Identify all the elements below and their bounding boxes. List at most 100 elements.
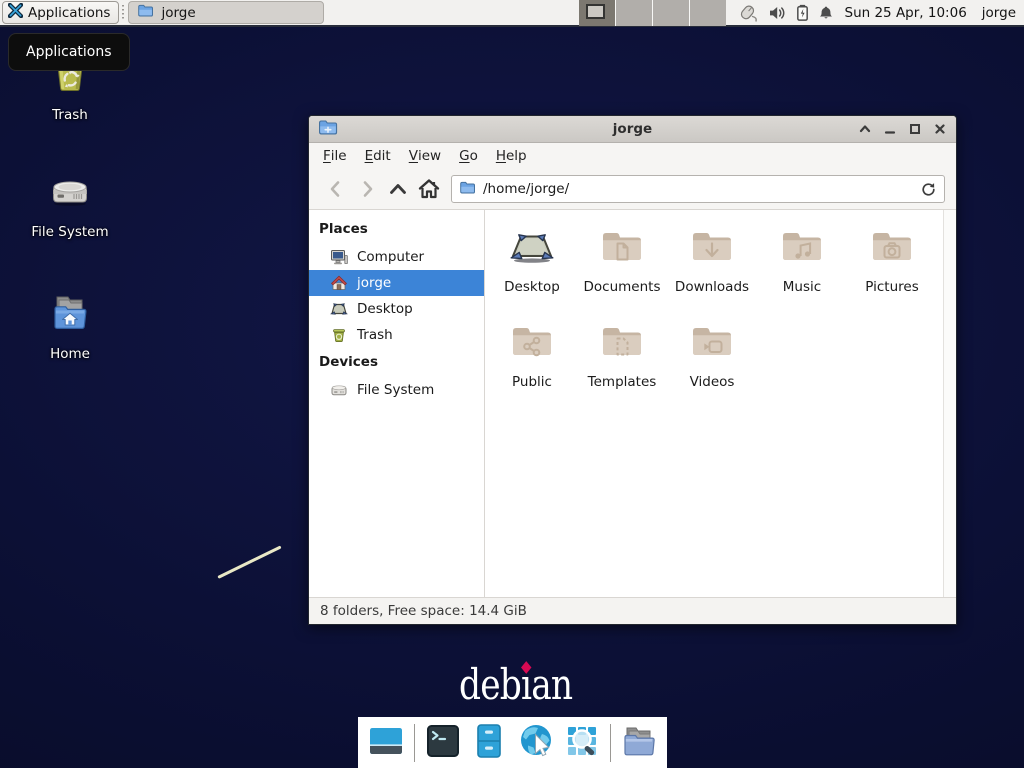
folder-dock-icon <box>619 721 659 765</box>
dock-launcher-application-finder[interactable] <box>562 722 604 764</box>
back-button[interactable] <box>320 174 351 204</box>
dock-launcher-directory-menu[interactable] <box>618 722 660 764</box>
workspace-1[interactable] <box>579 0 615 26</box>
workspace-3[interactable] <box>653 0 689 26</box>
sidebar-item-trash[interactable]: Trash <box>309 322 484 348</box>
debian-logo: debıan <box>459 660 572 709</box>
workspace-switcher <box>579 0 726 26</box>
drive-mini-icon <box>330 381 348 399</box>
file-item-public[interactable]: Public <box>487 318 577 413</box>
reload-button[interactable] <box>920 181 937 198</box>
status-bar: 8 folders, Free space: 14.4 GiB <box>309 597 956 624</box>
computer-icon <box>330 248 348 266</box>
applications-menu-label: Applications <box>28 5 110 21</box>
taskbar-window-button[interactable]: jorge <box>128 1 324 24</box>
maximize-button[interactable] <box>908 122 922 136</box>
file-item-pictures[interactable]: Pictures <box>847 223 937 318</box>
sidebar-item-desktop[interactable]: Desktop <box>309 296 484 322</box>
minimize-button[interactable] <box>883 122 897 136</box>
close-button[interactable] <box>933 122 947 136</box>
menu-edit[interactable]: Edit <box>356 143 400 169</box>
address-path: /home/jorge/ <box>483 181 569 197</box>
system-tray <box>738 4 834 22</box>
terminal-icon <box>423 721 463 765</box>
file-item-videos[interactable]: Videos <box>667 318 757 413</box>
file-item-label: Downloads <box>675 279 749 295</box>
sidebar-item-label: Computer <box>357 249 424 265</box>
file-grid: Desktop Documents Downloads Music Pictures Pu… <box>485 210 943 597</box>
file-item-templates[interactable]: Templates <box>577 318 667 413</box>
file-item-label: Desktop <box>504 279 560 295</box>
workspace-2[interactable] <box>616 0 652 26</box>
sidebar-item-computer[interactable]: Computer <box>309 244 484 270</box>
desktop-icon-filesystem[interactable]: File System <box>10 170 130 240</box>
sidebar-item-label: File System <box>357 382 434 398</box>
workspace-window-preview <box>586 4 605 19</box>
address-bar[interactable]: /home/jorge/ <box>451 175 945 203</box>
dock-launcher-file-manager[interactable] <box>468 722 510 764</box>
sidebar-item-jorge[interactable]: jorge <box>309 270 484 296</box>
mouse-tray-icon[interactable] <box>738 4 759 22</box>
file-item-label: Videos <box>690 374 735 390</box>
folder-video-icon <box>688 318 736 370</box>
home-place-icon <box>330 274 348 292</box>
file-item-label: Pictures <box>865 279 918 295</box>
menu-go[interactable]: Go <box>450 143 487 169</box>
forward-button[interactable] <box>351 174 382 204</box>
desktop-mini-icon <box>330 300 348 318</box>
bell-icon[interactable] <box>818 5 834 21</box>
file-cabinet-icon <box>469 721 509 765</box>
dock-launcher-web-browser[interactable] <box>515 722 557 764</box>
stray-line <box>217 545 281 578</box>
volume-icon[interactable] <box>768 5 787 21</box>
panel-clock[interactable]: Sun 25 Apr, 10:06 <box>845 5 967 21</box>
top-panel: Applications jorge Sun 25 Apr, 10:06 jor… <box>0 0 1024 27</box>
shade-button[interactable] <box>858 122 872 136</box>
taskbar-folder-icon <box>137 3 154 22</box>
menu-file[interactable]: File <box>314 143 356 169</box>
menu-help[interactable]: Help <box>487 143 536 169</box>
toolbar: /home/jorge/ <box>309 169 956 210</box>
applications-tooltip: Applications <box>8 33 130 71</box>
window-folder-icon <box>318 118 338 140</box>
dock-launcher-terminal[interactable] <box>422 722 464 764</box>
dock-panel <box>358 717 667 768</box>
file-item-label: Public <box>512 374 552 390</box>
folder-document-icon <box>598 223 646 275</box>
files-view[interactable]: Desktop Documents Downloads Music Pictures Pu… <box>485 210 956 597</box>
applications-menu-button[interactable]: Applications <box>2 1 119 24</box>
dock-launcher-show-desktop[interactable] <box>365 722 407 764</box>
home-desktop-icon <box>47 292 93 340</box>
web-browser-icon <box>516 721 556 765</box>
dock-separator <box>414 724 415 762</box>
up-button[interactable] <box>382 174 413 204</box>
file-item-music[interactable]: Music <box>757 223 847 318</box>
filesystem-desktop-icon <box>48 170 92 218</box>
panel-handle <box>122 5 124 20</box>
menu-view[interactable]: View <box>400 143 450 169</box>
xfce-logo-icon <box>8 3 23 22</box>
file-item-downloads[interactable]: Downloads <box>667 223 757 318</box>
folder-music-icon <box>778 223 826 275</box>
file-manager-window: jorge FileEditViewGoHelp <box>308 115 957 625</box>
vertical-scrollbar[interactable] <box>943 210 956 597</box>
file-item-desktop[interactable]: Desktop <box>487 223 577 318</box>
menu-bar: FileEditViewGoHelp <box>309 143 956 169</box>
window-titlebar[interactable]: jorge <box>309 116 956 143</box>
battery-icon[interactable] <box>796 4 809 21</box>
sidebar-item-label: jorge <box>357 275 391 291</box>
app-finder-icon <box>563 721 603 765</box>
sidebar-item-file-system[interactable]: File System <box>309 377 484 403</box>
sidebar-header-devices: Devices <box>309 348 484 377</box>
desktop-icon-home[interactable]: Home <box>10 292 130 362</box>
file-item-documents[interactable]: Documents <box>577 223 667 318</box>
folder-share-icon <box>508 318 556 370</box>
desktop-icon-label: Trash <box>52 107 88 123</box>
workspace-4[interactable] <box>690 0 726 26</box>
session-user-menu[interactable]: jorge <box>982 5 1016 21</box>
address-folder-icon <box>459 180 476 199</box>
file-item-label: Documents <box>584 279 661 295</box>
debian-logo-dot <box>521 661 531 674</box>
folder-download-icon <box>688 223 736 275</box>
home-button[interactable] <box>413 174 444 204</box>
